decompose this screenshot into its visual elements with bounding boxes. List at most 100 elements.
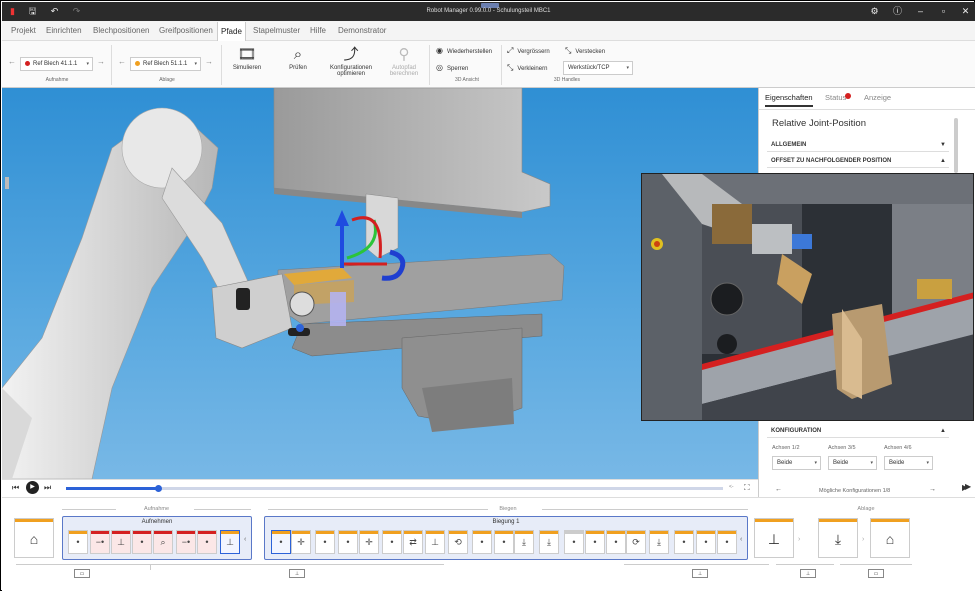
menu-item-pfade[interactable]: Pfade xyxy=(217,22,246,42)
autopfad-button[interactable]: ⚲ Autopfad berechnen xyxy=(382,45,426,77)
bend-point-icon: • xyxy=(502,537,506,547)
step-tile[interactable]: • xyxy=(68,530,88,554)
step-tile[interactable]: • xyxy=(132,530,152,554)
axes-12-select[interactable]: Beide ▾ xyxy=(772,456,821,470)
menu-item-blechpositionen[interactable]: Blechpositionen xyxy=(90,21,152,41)
search-icon: ⌕ xyxy=(293,46,303,63)
step-tile[interactable]: ⤓ xyxy=(649,530,669,554)
tile-status-bar xyxy=(404,531,422,534)
section-allgemein[interactable]: ALLGEMEIN ▼ xyxy=(767,138,949,152)
home-end-tile[interactable]: ⌂ xyxy=(870,518,910,558)
step-tile[interactable]: ✛ xyxy=(291,530,311,554)
verstecken-button[interactable]: ⤡ Verstecken xyxy=(565,46,605,56)
step-tile[interactable]: −• xyxy=(90,530,110,554)
sperren-button[interactable]: ◎ Sperren xyxy=(436,63,468,73)
menu-item-einrichten[interactable]: Einrichten xyxy=(43,21,85,41)
collapse-right-icon[interactable]: ‹ xyxy=(740,536,742,543)
skip-back-icon[interactable]: ⏮ xyxy=(12,483,19,493)
aufnahme-select[interactable]: Ref Blech 41.1.1 ▾ xyxy=(20,57,93,71)
step-tile[interactable]: ⇄ xyxy=(403,530,423,554)
step-tile[interactable]: • xyxy=(564,530,584,554)
pruefen-button[interactable]: ⌕ Prüfen xyxy=(278,45,318,71)
gripper-icon[interactable]: ▭ xyxy=(74,569,90,578)
close-icon[interactable]: ✕ xyxy=(959,5,972,18)
panel-scrollbar[interactable] xyxy=(954,118,958,173)
next-config-icon[interactable]: → xyxy=(929,486,936,493)
konfigurationen-button[interactable]: ⤴ Konfigurationen optimieren xyxy=(324,45,378,77)
expand-right-icon[interactable]: › xyxy=(862,536,864,543)
bend-icon[interactable]: ⊥ xyxy=(800,569,816,578)
step-tile[interactable]: • xyxy=(696,530,716,554)
step-tile[interactable]: ⊥ xyxy=(425,530,445,554)
prev-aufnahme-icon[interactable]: ← xyxy=(8,57,16,66)
next-ablage-icon[interactable]: → xyxy=(205,57,213,66)
step-tile[interactable]: ⟲ xyxy=(448,530,468,554)
step-tile[interactable]: • xyxy=(717,530,737,554)
axes-46-select[interactable]: Beide ▾ xyxy=(884,456,933,470)
wiederherstellen-button[interactable]: ◉ Wiederherstellen xyxy=(436,46,492,56)
bend-icon[interactable]: ⊥ xyxy=(692,569,708,578)
step-tile[interactable]: • xyxy=(494,530,514,554)
collapse-left-icon[interactable]: ‹ xyxy=(244,536,246,543)
ablage-tile[interactable]: ⤓ xyxy=(818,518,858,558)
next-aufnahme-icon[interactable]: → xyxy=(97,57,105,66)
maximize-icon[interactable]: ▫ xyxy=(937,5,950,18)
section-konfiguration[interactable]: KONFIGURATION ▲ xyxy=(767,424,949,438)
info-icon[interactable]: ⓘ xyxy=(891,5,904,18)
ablage-select[interactable]: Ref Blech 51.1.1 ▾ xyxy=(130,57,201,71)
step-tile[interactable]: • xyxy=(606,530,626,554)
tab-eigenschaften[interactable]: Eigenschaften xyxy=(765,93,813,107)
step-tile[interactable]: • xyxy=(382,530,402,554)
step-tile[interactable]: ⊥ xyxy=(220,530,240,554)
menu-item-greifpositionen[interactable]: Greifpositionen xyxy=(156,21,216,41)
step-tile[interactable]: ⌕ xyxy=(153,530,173,554)
step-tile[interactable]: ⊥ xyxy=(111,530,131,554)
fullscreen-icon[interactable]: ⛶ xyxy=(744,483,750,493)
section-offset[interactable]: OFFSET ZU NACHFOLGENDER POSITION ▲ xyxy=(767,154,949,168)
timeline-track[interactable] xyxy=(66,485,723,492)
step-tile[interactable]: • xyxy=(271,530,291,554)
simulieren-button[interactable]: 🎞 Simulieren xyxy=(226,45,268,71)
tile-status-bar xyxy=(316,531,334,534)
menu-item-stapelmuster[interactable]: Stapelmuster xyxy=(250,21,303,41)
step-tile[interactable]: ⤓ xyxy=(539,530,559,554)
vergroessern-button[interactable]: ⤢ Vergrössern xyxy=(507,46,550,56)
tab-anzeige[interactable]: Anzeige xyxy=(864,93,891,102)
panel-expand-icon[interactable]: ▶ xyxy=(962,483,968,492)
moegliche-konfig-label: Mögliche Konfigurationen 1/8 xyxy=(819,488,891,494)
timeline-handle[interactable] xyxy=(154,485,162,492)
chevron-down-icon: ▾ xyxy=(870,460,873,466)
minimize-icon[interactable]: – xyxy=(914,5,927,18)
prev-config-icon[interactable]: ← xyxy=(775,486,782,493)
step-tile[interactable]: • xyxy=(585,530,605,554)
step-tile[interactable]: −• xyxy=(176,530,196,554)
step-tile[interactable]: • xyxy=(197,530,217,554)
bend-end-tile[interactable]: ⊥ xyxy=(754,518,794,558)
menu-item-demonstrator[interactable]: Demonstrator xyxy=(335,21,389,41)
home-start-tile[interactable]: ⌂ xyxy=(14,518,54,558)
verkleinern-button[interactable]: ⤡ Verkleinern xyxy=(507,63,547,73)
play-button[interactable]: ▶ xyxy=(26,481,39,494)
step-tile[interactable]: • xyxy=(674,530,694,554)
handles-select[interactable]: Werkstück/TCP ▾ xyxy=(563,61,633,75)
chevron-down-icon: ▾ xyxy=(926,460,929,466)
menu-item-projekt[interactable]: Projekt xyxy=(8,21,39,41)
expand-right-icon[interactable]: › xyxy=(798,536,800,543)
step-tile[interactable]: • xyxy=(315,530,335,554)
menu-item-hilfe[interactable]: Hilfe xyxy=(307,21,329,41)
chevron-up-icon: ▲ xyxy=(940,428,946,434)
step-tile[interactable]: ✛ xyxy=(359,530,379,554)
step-tile[interactable]: • xyxy=(338,530,358,554)
prev-ablage-icon[interactable]: ← xyxy=(118,57,126,66)
settings-icon[interactable]: ⚙ xyxy=(868,5,881,18)
tab-status[interactable]: Status xyxy=(825,93,846,102)
step-tile[interactable]: • xyxy=(472,530,492,554)
axes-35-select[interactable]: Beide ▾ xyxy=(828,456,877,470)
step-tile[interactable]: ⤓ xyxy=(514,530,534,554)
tile-status-bar xyxy=(565,531,583,534)
photo-image xyxy=(642,174,973,420)
skip-forward-icon[interactable]: ⏭ xyxy=(44,483,51,493)
bend-icon[interactable]: ⊥ xyxy=(289,569,305,578)
gripper-icon[interactable]: ▭ xyxy=(868,569,884,578)
step-tile[interactable]: ⟳ xyxy=(626,530,646,554)
